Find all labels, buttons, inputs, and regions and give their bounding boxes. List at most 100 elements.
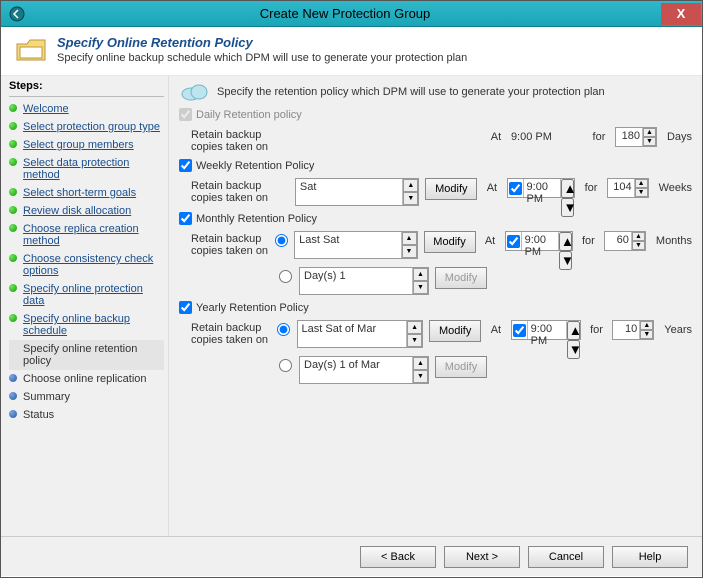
yearly-checkbox[interactable] <box>179 301 192 314</box>
yearly-modify-button-1[interactable]: Modify <box>429 320 481 342</box>
spin-down-icon[interactable]: ▼ <box>640 330 653 339</box>
step-status-icon <box>9 104 17 112</box>
yearly-time: 9:00 PM <box>528 321 566 339</box>
spin-up-icon[interactable]: ▲ <box>635 179 648 188</box>
step-label[interactable]: Review disk allocation <box>23 205 131 217</box>
step-label[interactable]: Welcome <box>23 103 69 115</box>
weekly-time: 9:00 PM <box>524 179 561 197</box>
weekly-time-check[interactable] <box>509 182 522 195</box>
folder-icon <box>15 35 47 65</box>
step-label[interactable]: Select protection group type <box>23 121 160 133</box>
yearly-time-check[interactable] <box>513 324 526 337</box>
yearly-at-label: At <box>487 320 505 336</box>
weekly-modify-button[interactable]: Modify <box>425 178 477 200</box>
monthly-time-check[interactable] <box>507 235 520 248</box>
step-status-icon <box>9 122 17 130</box>
step-item[interactable]: Specify online protection data <box>9 280 164 310</box>
spin-down-icon[interactable]: ▼ <box>407 334 422 347</box>
steps-heading: Steps: <box>9 80 164 92</box>
monthly-checkbox[interactable] <box>179 212 192 225</box>
monthly-opt1-listbox[interactable]: Last Sat ▲▼ <box>294 231 417 259</box>
spin-up-icon[interactable]: ▲ <box>632 232 645 241</box>
step-label[interactable]: Specify online backup schedule <box>23 313 130 337</box>
step-item[interactable]: Select data protection method <box>9 154 164 184</box>
spin-down-icon[interactable]: ▼ <box>561 198 574 217</box>
daily-retain-label: Retain backup copies taken on <box>191 127 273 153</box>
step-status-icon <box>9 140 17 148</box>
daily-duration-spinner[interactable]: 180 ▲▼ <box>615 127 657 147</box>
yearly-time-picker[interactable]: 9:00 PM ▲▼ <box>511 320 581 340</box>
spin-down-icon[interactable]: ▼ <box>413 370 428 383</box>
step-label: Specify online retention policy <box>23 343 137 367</box>
monthly-duration-spinner[interactable]: 60 ▲▼ <box>604 231 646 251</box>
spin-down-icon[interactable]: ▼ <box>402 245 417 258</box>
close-button[interactable]: X <box>661 3 701 25</box>
step-item[interactable]: Select protection group type <box>9 118 164 136</box>
back-icon[interactable] <box>5 4 29 24</box>
spin-down-icon[interactable]: ▼ <box>559 251 572 270</box>
monthly-radio-1[interactable] <box>275 234 288 247</box>
daily-for-label: for <box>589 127 609 143</box>
step-status-icon <box>9 224 17 232</box>
step-item[interactable]: Review disk allocation <box>9 202 164 220</box>
step-item[interactable]: Choose replica creation method <box>9 220 164 250</box>
spin-down-icon[interactable]: ▼ <box>635 188 648 197</box>
step-label[interactable]: Choose replica creation method <box>23 223 139 247</box>
weekly-at-label: At <box>483 178 500 194</box>
step-item[interactable]: Choose consistency check options <box>9 250 164 280</box>
spin-down-icon[interactable]: ▼ <box>403 192 418 205</box>
step-label[interactable]: Select group members <box>23 139 134 151</box>
weekly-unit: Weeks <box>655 178 692 194</box>
spin-up-icon[interactable]: ▲ <box>643 128 656 137</box>
main-panel: Specify the retention policy which DPM w… <box>169 76 702 536</box>
step-status-icon <box>9 188 17 196</box>
yearly-opt1-listbox[interactable]: Last Sat of Mar ▲▼ <box>297 320 424 348</box>
close-icon: X <box>677 6 686 21</box>
spin-up-icon[interactable]: ▲ <box>567 321 580 340</box>
weekly-cb-label: Weekly Retention Policy <box>196 160 314 172</box>
spin-down-icon[interactable]: ▼ <box>413 281 428 294</box>
monthly-opt2-listbox[interactable]: Day(s) 1 ▲▼ <box>299 267 429 295</box>
spin-up-icon[interactable]: ▲ <box>413 268 428 281</box>
step-label[interactable]: Select short-term goals <box>23 187 136 199</box>
weekly-time-picker[interactable]: 9:00 PM ▲▼ <box>507 178 576 198</box>
weekly-duration-spinner[interactable]: 104 ▲▼ <box>607 178 649 198</box>
step-status-icon <box>9 344 17 352</box>
step-label[interactable]: Select data protection method <box>23 157 129 181</box>
hint-text: Specify the retention policy which DPM w… <box>217 86 605 98</box>
spin-up-icon[interactable]: ▲ <box>402 232 417 245</box>
monthly-modify-button-1[interactable]: Modify <box>424 231 476 253</box>
step-label[interactable]: Specify online protection data <box>23 283 143 307</box>
yearly-radio-1[interactable] <box>277 323 290 336</box>
back-button[interactable]: < Back <box>360 546 436 568</box>
monthly-opt2-value: Day(s) 1 <box>300 268 412 294</box>
yearly-duration-spinner[interactable]: 10 ▲▼ <box>612 320 654 340</box>
step-item[interactable]: Welcome <box>9 100 164 118</box>
yearly-opt2-listbox[interactable]: Day(s) 1 of Mar ▲▼ <box>299 356 429 384</box>
yearly-radio-2[interactable] <box>279 359 292 372</box>
weekly-for-label: for <box>581 178 600 194</box>
spin-up-icon[interactable]: ▲ <box>403 179 418 192</box>
spin-up-icon[interactable]: ▲ <box>407 321 422 334</box>
step-item[interactable]: Select group members <box>9 136 164 154</box>
step-item[interactable]: Select short-term goals <box>9 184 164 202</box>
spin-up-icon[interactable]: ▲ <box>561 179 574 198</box>
monthly-time-picker[interactable]: 9:00 PM ▲▼ <box>505 231 573 251</box>
step-label: Summary <box>23 391 70 403</box>
step-label[interactable]: Choose consistency check options <box>23 253 153 277</box>
monthly-radio-2[interactable] <box>279 270 292 283</box>
cancel-button[interactable]: Cancel <box>528 546 604 568</box>
help-button[interactable]: Help <box>612 546 688 568</box>
daily-at-label: At <box>487 127 505 143</box>
window-title: Create New Protection Group <box>29 6 661 21</box>
spin-up-icon[interactable]: ▲ <box>413 357 428 370</box>
spin-down-icon[interactable]: ▼ <box>643 137 656 146</box>
weekly-value-listbox[interactable]: Sat ▲▼ <box>295 178 419 206</box>
step-item[interactable]: Specify online backup schedule <box>9 310 164 340</box>
spin-down-icon[interactable]: ▼ <box>567 340 580 359</box>
next-button[interactable]: Next > <box>444 546 520 568</box>
spin-up-icon[interactable]: ▲ <box>559 232 572 251</box>
spin-up-icon[interactable]: ▲ <box>640 321 653 330</box>
spin-down-icon[interactable]: ▼ <box>632 241 645 250</box>
weekly-checkbox[interactable] <box>179 159 192 172</box>
